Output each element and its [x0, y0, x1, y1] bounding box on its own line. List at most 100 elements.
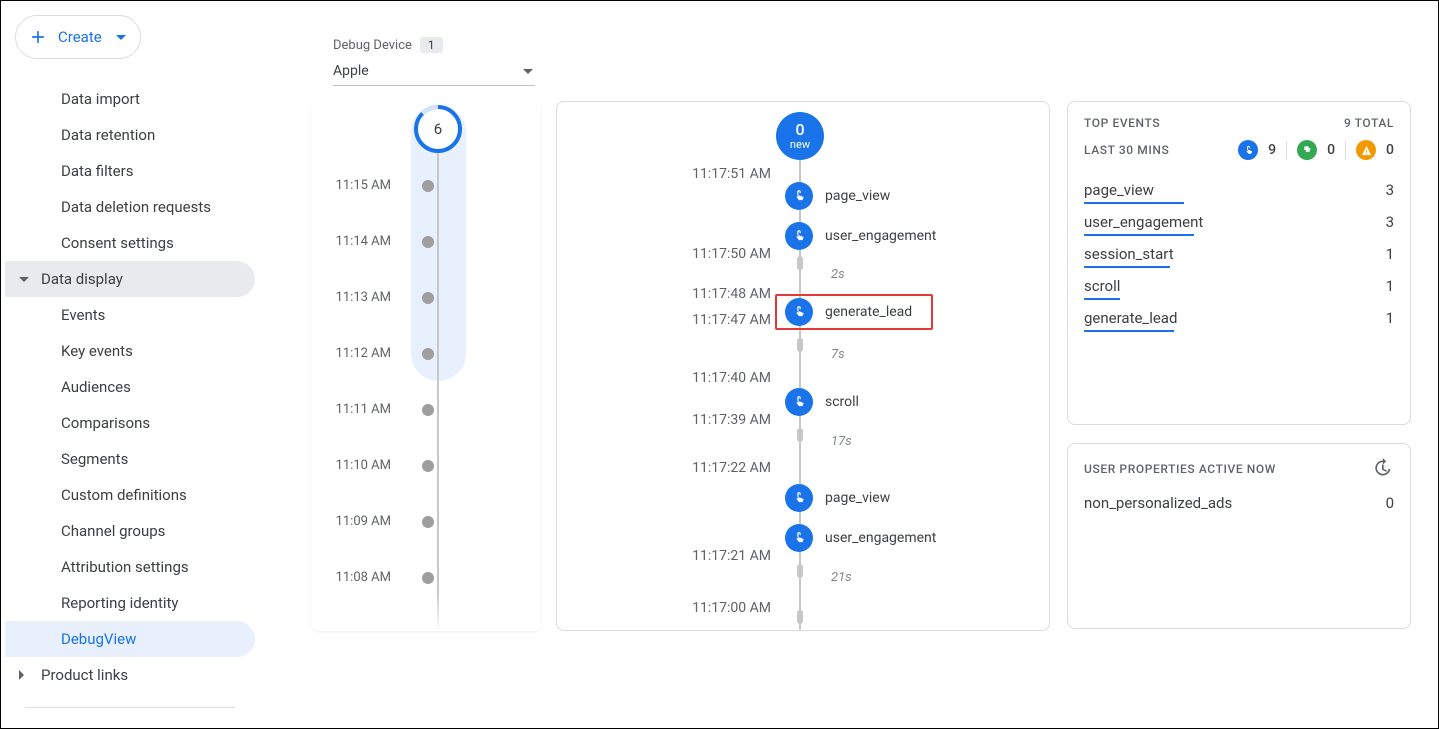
nav-data-import[interactable]: Data import: [5, 81, 255, 117]
nav-channel-groups[interactable]: Channel groups: [5, 513, 255, 549]
touch-icon: [785, 524, 813, 552]
stream-gap: 7s: [831, 347, 845, 362]
event-name: scroll: [1084, 277, 1120, 295]
stream-tick-icon: [797, 564, 803, 578]
minute-time: 11:10 AM: [311, 458, 407, 473]
bar-icon: [1084, 234, 1194, 236]
nav-data-filters[interactable]: Data filters: [5, 153, 255, 189]
nav-data-deletion[interactable]: Data deletion requests: [5, 189, 255, 225]
minute-row[interactable]: 11:14 AM: [311, 234, 541, 249]
event-page-view[interactable]: page_view: [785, 182, 890, 210]
event-page-view-2[interactable]: page_view: [785, 484, 890, 512]
nav-consent-settings[interactable]: Consent settings: [5, 225, 255, 261]
minute-dot-icon: [422, 236, 434, 248]
minute-time: 11:14 AM: [311, 234, 407, 249]
minute-time: 11:08 AM: [311, 570, 407, 585]
nav-label: Channel groups: [61, 522, 165, 540]
error-pill-icon: [1356, 140, 1376, 160]
top-event-item[interactable]: page_view 3: [1084, 174, 1394, 206]
active-minute-count: 6: [434, 120, 442, 138]
bar-icon: [1084, 298, 1120, 300]
debug-device-selector: Debug Device 1 Apple: [333, 37, 535, 86]
stream-time: 11:17:22 AM: [557, 460, 771, 476]
stream-time: 11:17:21 AM: [557, 548, 771, 564]
flag-pill-icon: [1297, 140, 1317, 160]
history-icon[interactable]: [1372, 458, 1394, 480]
nav-label: Audiences: [61, 378, 131, 396]
debug-device-selected: Apple: [333, 63, 369, 79]
minute-row[interactable]: 11:15 AM: [311, 178, 541, 193]
minute-dot-icon: [422, 348, 434, 360]
event-user-engagement[interactable]: user_engagement: [785, 222, 936, 250]
nav-group-product-links[interactable]: Product links: [5, 657, 255, 693]
top-events-counters: 9 0 0: [1238, 140, 1394, 160]
stream-head-bubble[interactable]: 0 new: [776, 112, 824, 160]
nav-label: Consent settings: [61, 234, 174, 252]
top-events-card: TOP EVENTS 9 TOTAL LAST 30 MINS 9 0 0 pa…: [1067, 101, 1411, 425]
event-generate-lead[interactable]: generate_lead: [785, 298, 912, 326]
create-button[interactable]: Create: [15, 15, 141, 59]
top-events-range: LAST 30 MINS: [1084, 143, 1169, 157]
event-name: user_engagement: [825, 530, 936, 546]
top-event-item[interactable]: session_start1: [1084, 238, 1394, 270]
stream-gap: 17s: [831, 434, 852, 449]
stream-head-count: 0: [795, 122, 804, 138]
minute-time: 11:15 AM: [311, 178, 407, 193]
top-event-item[interactable]: generate_lead1: [1084, 302, 1394, 334]
minute-row[interactable]: 11:11 AM: [311, 402, 541, 417]
sidebar-nav: Data import Data retention Data filters …: [5, 81, 255, 708]
user-properties-card: USER PROPERTIES ACTIVE NOW non_personali…: [1067, 443, 1411, 629]
minute-row[interactable]: 11:12 AM: [311, 346, 541, 361]
stream-time: 11:17:00 AM: [557, 600, 771, 616]
nav-data-retention[interactable]: Data retention: [5, 117, 255, 153]
nav-label: Data import: [61, 90, 140, 108]
divider: [1286, 141, 1287, 159]
event-user-engagement-2[interactable]: user_engagement: [785, 524, 936, 552]
top-event-item[interactable]: user_engagement3: [1084, 206, 1394, 238]
touch-icon: [785, 298, 813, 326]
stream-tick-icon: [797, 610, 803, 624]
minute-time: 11:11 AM: [311, 402, 407, 417]
event-count: 3: [1386, 181, 1394, 199]
divider: [1345, 141, 1346, 159]
create-label: Create: [58, 28, 102, 46]
stream-tick-icon: [797, 428, 803, 442]
minute-row[interactable]: 11:10 AM: [311, 458, 541, 473]
nav-label: DebugView: [61, 630, 136, 648]
nav-comparisons[interactable]: Comparisons: [5, 405, 255, 441]
event-name: user_engagement: [825, 228, 936, 244]
bar-icon: [1084, 202, 1184, 204]
top-event-item[interactable]: scroll 1: [1084, 270, 1394, 302]
stream-time: 11:17:47 AM: [557, 312, 771, 328]
nav-attribution-settings[interactable]: Attribution settings: [5, 549, 255, 585]
user-property-item[interactable]: non_personalized_ads 0: [1084, 494, 1394, 512]
nav-reporting-identity[interactable]: Reporting identity: [5, 585, 255, 621]
event-name: page_view: [1084, 181, 1154, 199]
nav-segments[interactable]: Segments: [5, 441, 255, 477]
event-scroll[interactable]: scroll: [785, 388, 859, 416]
active-minute-bubble[interactable]: 6: [414, 105, 462, 153]
event-name: page_view: [825, 188, 890, 204]
nav-label: Attribution settings: [61, 558, 189, 576]
nav-key-events[interactable]: Key events: [5, 333, 255, 369]
nav-events[interactable]: Events: [5, 297, 255, 333]
event-count: 1: [1386, 277, 1394, 295]
minute-row[interactable]: 11:08 AM: [311, 570, 541, 585]
minute-time: 11:12 AM: [311, 346, 407, 361]
nav-custom-definitions[interactable]: Custom definitions: [5, 477, 255, 513]
nav-debugview[interactable]: DebugView: [5, 621, 255, 657]
debug-device-dropdown[interactable]: Apple: [333, 59, 535, 86]
event-count: 3: [1386, 213, 1394, 231]
nav-audiences[interactable]: Audiences: [5, 369, 255, 405]
counter-value: 0: [1327, 142, 1335, 158]
top-events-total: 9 TOTAL: [1344, 116, 1394, 130]
nav-group-data-display[interactable]: Data display: [5, 261, 255, 297]
chevron-down-icon: [19, 277, 29, 282]
minute-row[interactable]: 11:13 AM: [311, 290, 541, 305]
nav-label: Data display: [41, 270, 123, 288]
minute-row[interactable]: 11:09 AM: [311, 514, 541, 529]
stream-time: 11:17:40 AM: [557, 370, 771, 386]
counter-value: 9: [1268, 142, 1276, 158]
nav-label: Comparisons: [61, 414, 150, 432]
event-name: generate_lead: [1084, 309, 1177, 327]
